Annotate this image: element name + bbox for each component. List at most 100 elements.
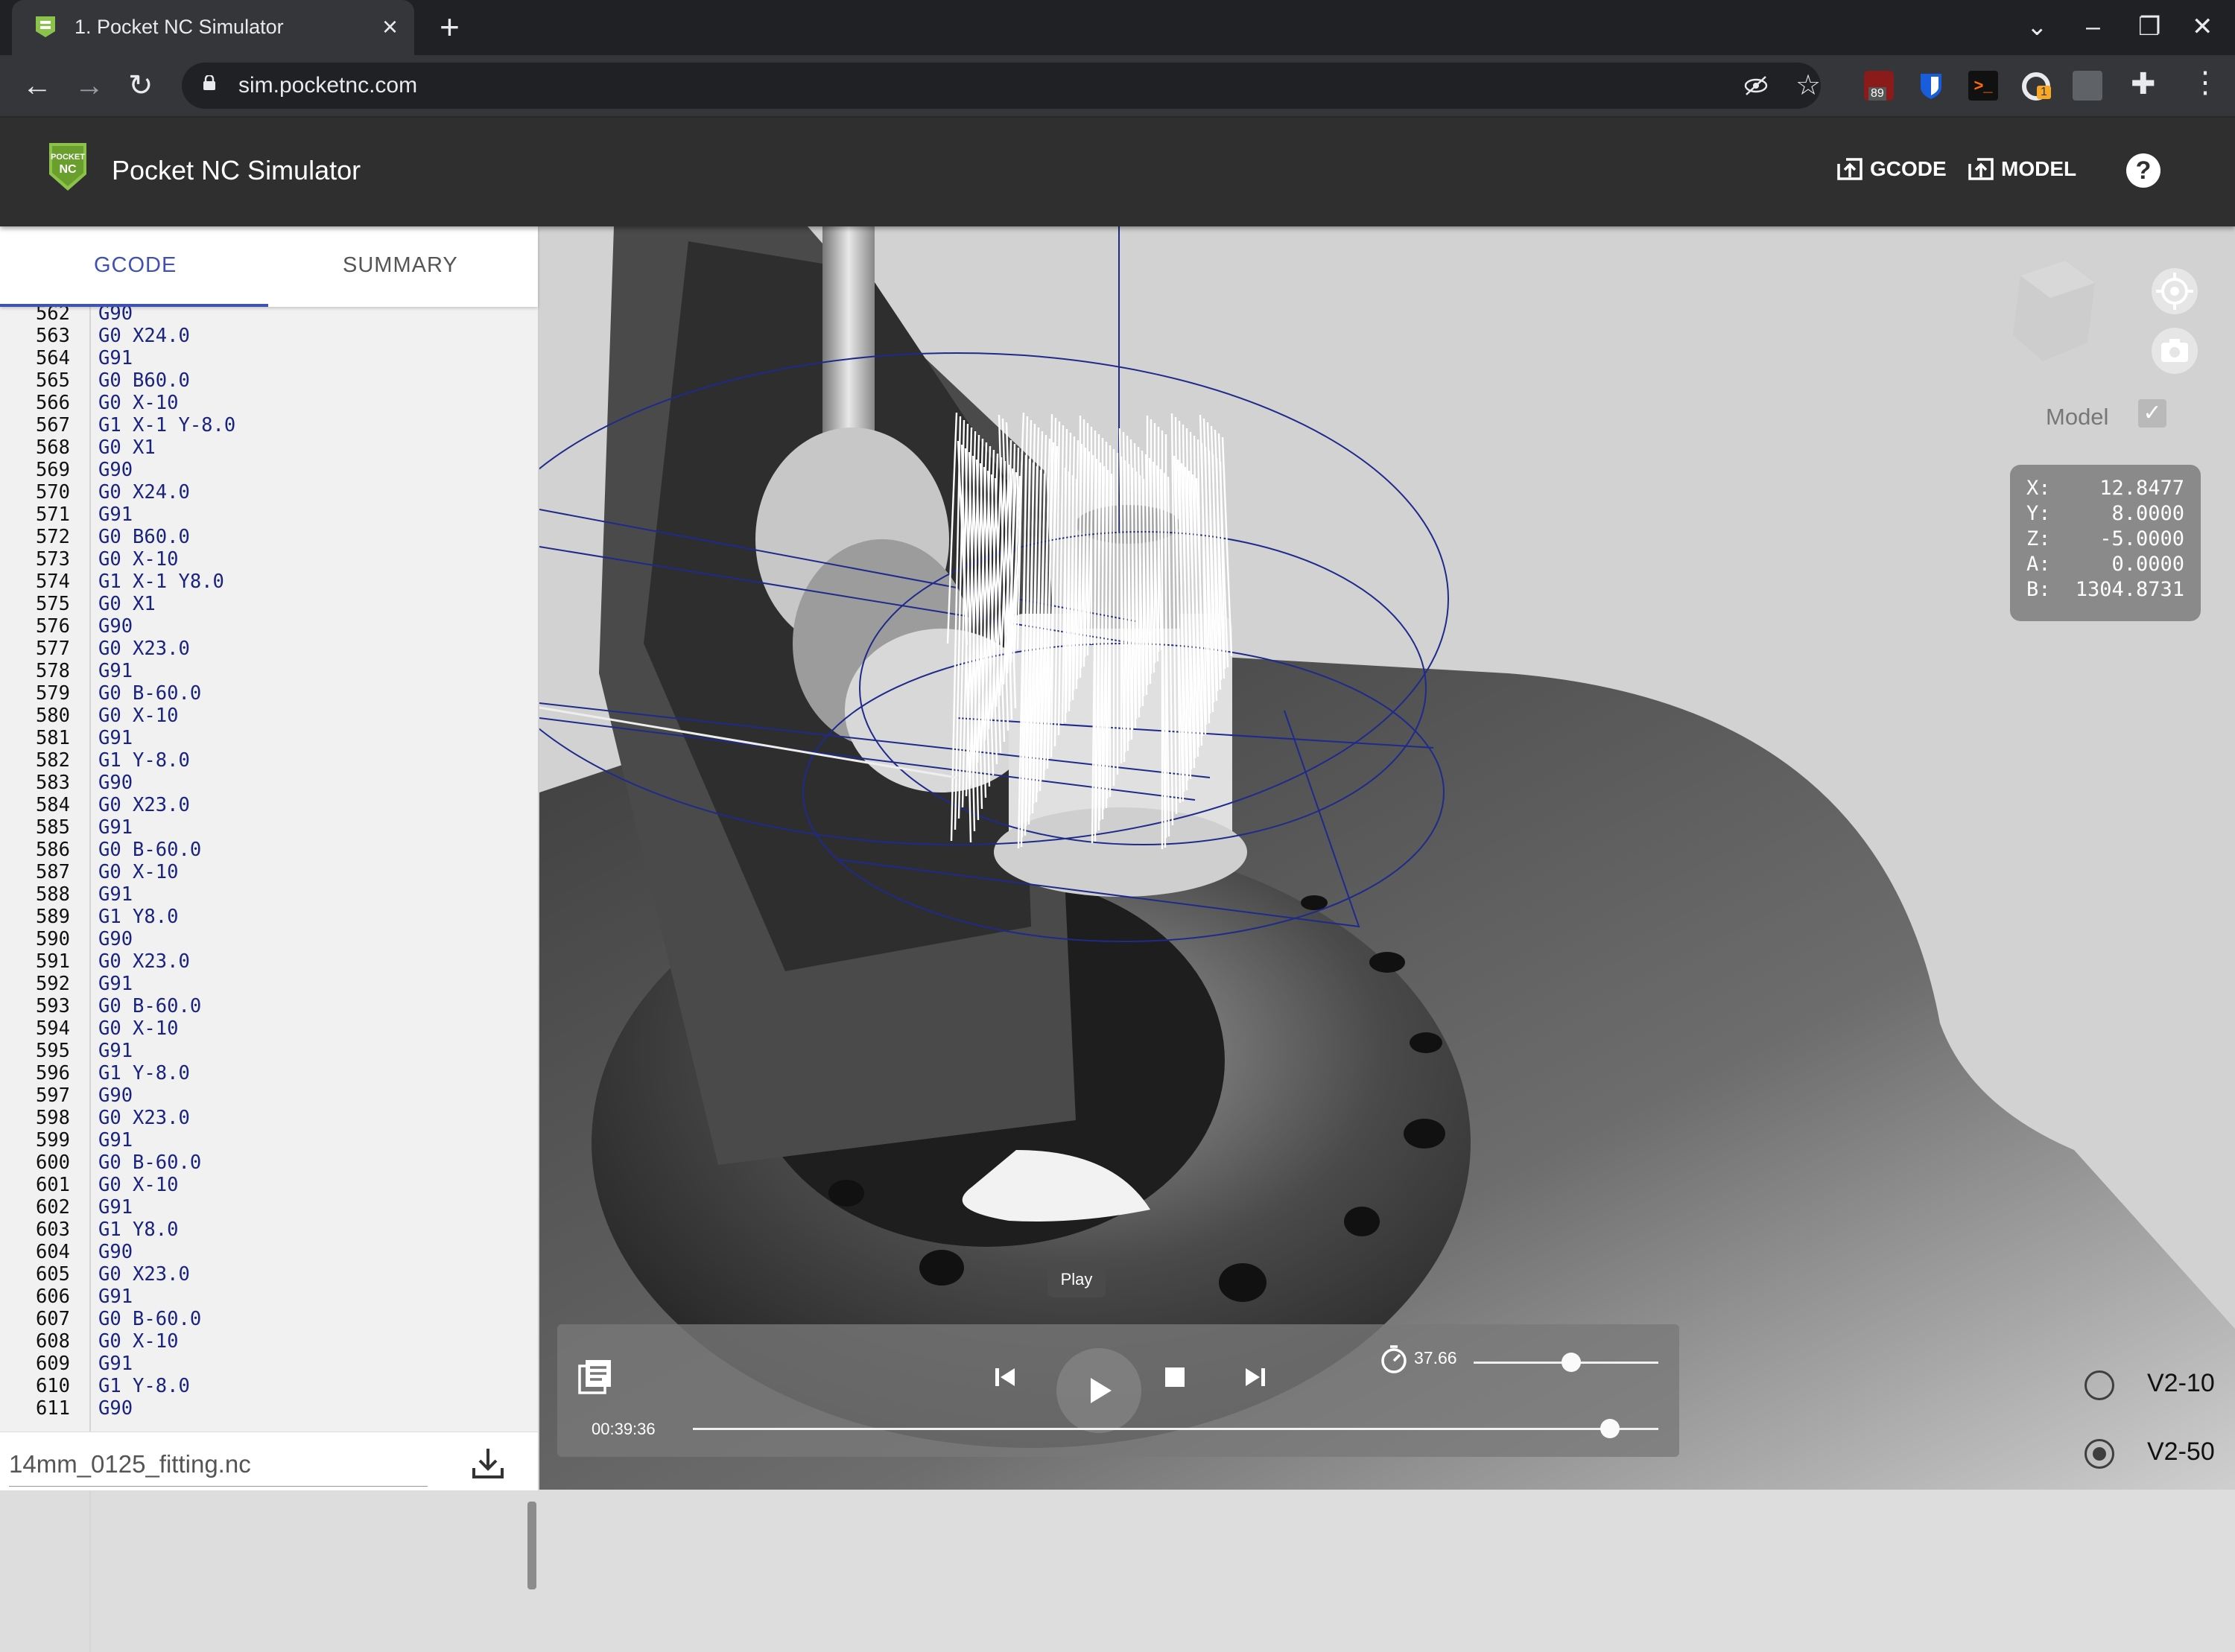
gcode-line[interactable]: 600 G0 B-60.0 [0,1151,522,1174]
gcode-line[interactable]: 586 G0 B-60.0 [0,839,522,861]
gcode-line[interactable]: 601 G0 X-10 [0,1174,522,1196]
gcode-line[interactable]: 575 G0 X1 [0,593,522,615]
gcode-line[interactable]: 606 G91 [0,1286,522,1308]
gcode-line[interactable]: 585 G91 [0,816,522,839]
gcode-line[interactable]: 576 G90 [0,615,522,638]
line-number: 584 [35,794,70,816]
line-number: 582 [35,749,70,772]
gcode-line[interactable]: 584 G0 X23.0 [0,794,522,816]
gcode-line[interactable]: 607 G0 B-60.0 [0,1308,522,1330]
3d-viewport[interactable]: Model ✓ X: 12.8477 Y: 8.0000 Z: -5.0000 A: 0… [539,226,2235,1490]
download-icon[interactable] [469,1446,507,1481]
gcode-line[interactable]: 566 G0 X-10 [0,392,522,414]
gcode-line[interactable]: 567 G1 X-1 Y-8.0 [0,414,522,436]
tab-close-icon[interactable]: × [382,12,398,42]
gcode-line[interactable]: 591 G0 X23.0 [0,950,522,973]
gcode-line[interactable]: 572 G0 B60.0 [0,526,522,548]
gcode-line[interactable]: 605 G0 X23.0 [0,1263,522,1286]
grey-extension-icon[interactable] [2073,71,2102,101]
back-icon[interactable]: ← [22,69,52,103]
bitwarden-extension-icon[interactable] [1916,71,1946,101]
recenter-button[interactable] [2152,268,2198,314]
screenshot-button[interactable] [2152,328,2198,374]
gcode-line[interactable]: 568 G0 X1 [0,436,522,459]
gcode-line[interactable]: 609 G91 [0,1353,522,1375]
loop-extension-icon[interactable]: 1 [2020,71,2051,101]
gcode-line[interactable]: 603 G1 Y8.0 [0,1219,522,1241]
gcode-text: G1 Y-8.0 [98,1062,190,1084]
gcode-list-icon[interactable] [575,1357,615,1397]
gcode-line[interactable]: 599 G91 [0,1129,522,1151]
minimize-icon[interactable]: – [2086,10,2100,43]
window-close-icon[interactable]: ✕ [2192,10,2213,43]
machine-v2-50-radio[interactable] [2085,1439,2114,1469]
gcode-line[interactable]: 610 G1 Y-8.0 [0,1375,522,1397]
gcode-line[interactable]: 587 G0 X-10 [0,861,522,883]
line-number: 575 [35,593,70,615]
reload-icon[interactable]: ↻ [128,69,153,103]
gcode-line[interactable]: 562 G90 [0,307,522,325]
gcode-text: G0 X1 [98,436,156,459]
gcode-line[interactable]: 604 G90 [0,1241,522,1263]
gcode-line[interactable]: 565 G0 B60.0 [0,369,522,392]
restore-icon[interactable]: ❐ [2138,10,2160,43]
progress-slider-track[interactable] [693,1428,1658,1430]
speed-slider-thumb[interactable] [1562,1353,1582,1372]
gcode-line[interactable]: 582 G1 Y-8.0 [0,749,522,772]
help-icon[interactable]: ? [2126,153,2160,188]
gcode-line[interactable]: 592 G91 [0,973,522,995]
gcode-line[interactable]: 593 G0 B-60.0 [0,995,522,1017]
bookmark-star-icon[interactable]: ☆ [1795,69,1821,102]
gcode-line[interactable]: 594 G0 X-10 [0,1017,522,1040]
address-bar[interactable]: sim.pocketnc.com ☆ [182,63,1821,109]
gcode-line[interactable]: 573 G0 X-10 [0,548,522,571]
gcode-line[interactable]: 571 G91 [0,503,522,526]
gcode-line[interactable]: 569 G90 [0,459,522,481]
gcode-line[interactable]: 596 G1 Y-8.0 [0,1062,522,1084]
extensions-puzzle-icon[interactable]: ✚ [2131,67,2156,101]
gcode-line[interactable]: 589 G1 Y8.0 [0,906,522,928]
machine-v2-10-radio[interactable] [2085,1370,2114,1400]
model-visibility-checkbox[interactable]: ✓ [2138,399,2166,428]
gcode-text: G1 Y8.0 [98,906,179,928]
gcode-line[interactable]: 590 G90 [0,928,522,950]
gcode-line[interactable]: 583 G90 [0,772,522,794]
tab-gcode[interactable]: GCODE [94,253,177,278]
gcode-line[interactable]: 578 G91 [0,660,522,682]
gcode-line[interactable]: 564 G91 [0,347,522,369]
upload-gcode-button[interactable]: GCODE [1836,156,1947,182]
gcode-line[interactable]: 608 G0 X-10 [0,1330,522,1353]
ublock-extension-icon[interactable]: 89 [1864,71,1894,101]
tab-search-chevron-icon[interactable]: ⌄ [2026,10,2048,43]
eye-off-icon[interactable] [1743,74,1769,97]
new-tab-icon[interactable]: + [440,7,460,46]
line-number: 592 [35,973,70,995]
forward-icon[interactable]: → [74,69,104,103]
gcode-line[interactable]: 588 G91 [0,883,522,906]
tab-summary[interactable]: SUMMARY [343,253,458,278]
terminal-extension-icon[interactable]: >_ [1968,71,1998,101]
gcode-line[interactable]: 577 G0 X23.0 [0,638,522,660]
browser-menu-icon[interactable]: ⋮ [2190,66,2220,100]
gcode-line[interactable]: 611 G90 [0,1397,522,1420]
skip-previous-icon[interactable] [982,1354,1028,1400]
gcode-line[interactable]: 579 G0 B-60.0 [0,682,522,705]
gcode-line[interactable]: 574 G1 X-1 Y8.0 [0,571,522,593]
gcode-line[interactable]: 570 G0 X24.0 [0,481,522,503]
view-cube[interactable] [2006,253,2102,365]
upload-model-button[interactable]: MODEL [1967,156,2076,182]
progress-slider-thumb[interactable] [1600,1419,1620,1438]
stop-icon[interactable] [1152,1354,1198,1400]
code-scrollbar[interactable] [527,1502,536,1589]
gcode-line[interactable]: 595 G91 [0,1040,522,1062]
gcode-line[interactable]: 563 G0 X24.0 [0,325,522,347]
gcode-line[interactable]: 598 G0 X23.0 [0,1107,522,1129]
browser-tab[interactable]: 1. Pocket NC Simulator × [12,0,414,55]
gcode-line[interactable]: 602 G91 [0,1196,522,1219]
gcode-line[interactable]: 580 G0 X-10 [0,705,522,727]
play-icon[interactable] [1076,1367,1122,1414]
gcode-line[interactable]: 581 G91 [0,727,522,749]
gcode-line[interactable]: 597 G90 [0,1084,522,1107]
pocketnc-favicon-icon [36,16,55,37]
skip-next-icon[interactable] [1232,1354,1278,1400]
